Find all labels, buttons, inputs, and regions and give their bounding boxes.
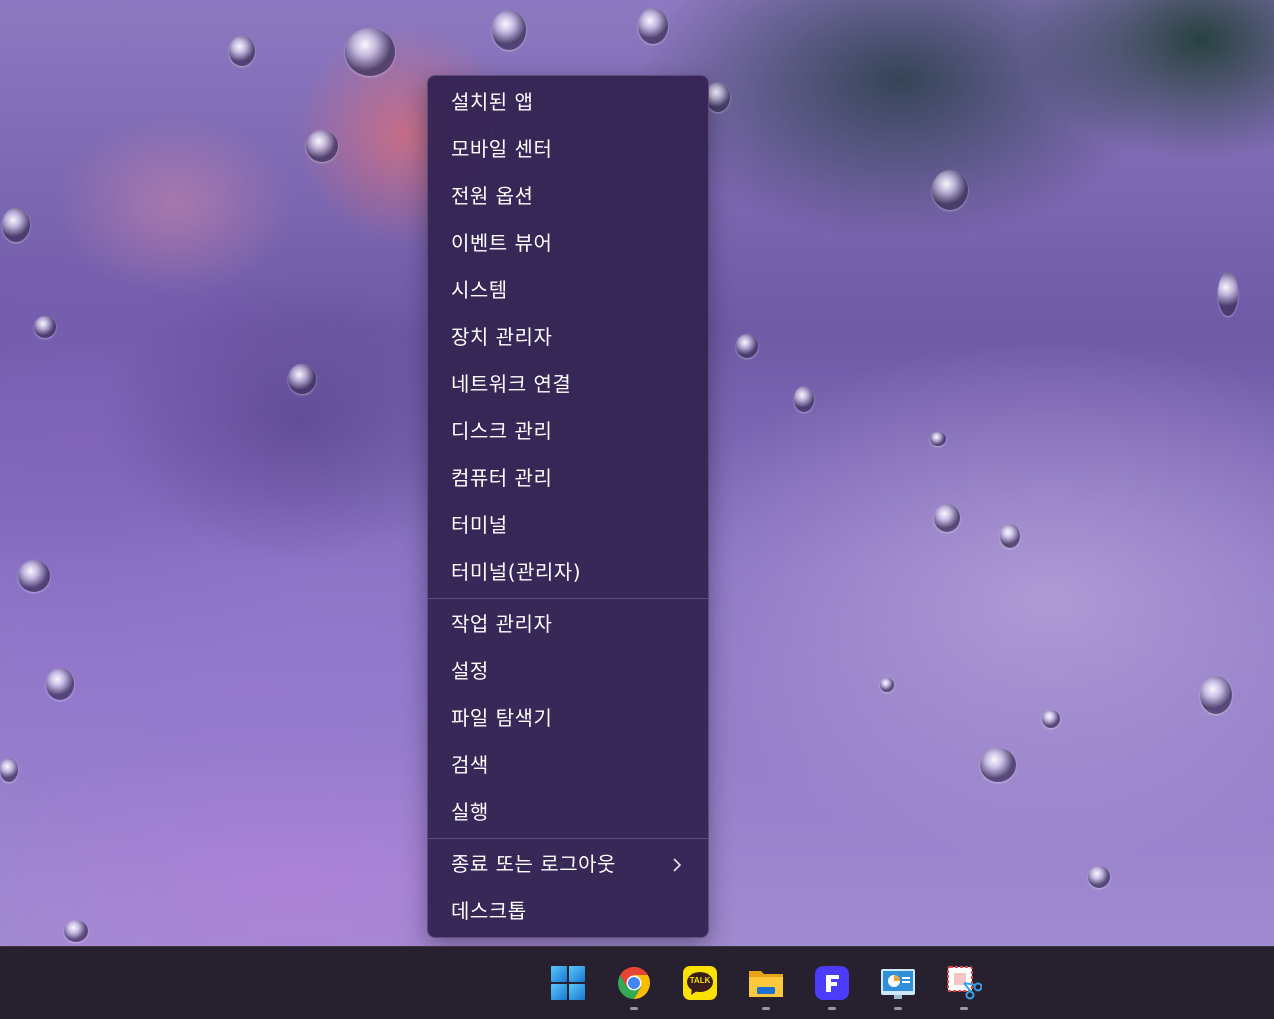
menu-item-label: 설정 (451, 659, 489, 683)
menu-item-file-explorer[interactable]: 파일 탐색기 (428, 695, 708, 742)
menu-item-label: 실행 (451, 800, 489, 824)
menu-item-label: 데스크톱 (451, 899, 527, 923)
kakaotalk-icon-label: TALK (689, 976, 711, 985)
raindrop (794, 386, 814, 412)
menu-item-label: 시스템 (451, 278, 508, 302)
menu-item-label: 컴퓨터 관리 (451, 466, 553, 490)
raindrop (930, 432, 946, 446)
menu-item-settings[interactable]: 설정 (428, 648, 708, 695)
menu-item-label: 검색 (451, 753, 489, 777)
menu-item-mobility-center[interactable]: 모바일 센터 (428, 126, 708, 173)
menu-separator (428, 838, 708, 839)
taskbar: TALK (0, 946, 1274, 1019)
menu-item-label: 모바일 센터 (451, 137, 553, 161)
menu-item-label: 이벤트 뷰어 (451, 231, 553, 255)
raindrop (34, 316, 56, 338)
snipping-tool-icon (947, 966, 983, 1000)
raindrop (932, 170, 968, 210)
menu-item-terminal[interactable]: 터미널 (428, 502, 708, 549)
chevron-right-icon (672, 841, 682, 888)
raindrop (1200, 676, 1232, 714)
menu-item-label: 디스크 관리 (451, 419, 553, 443)
raindrop (306, 130, 338, 162)
menu-item-network-connections[interactable]: 네트워크 연결 (428, 361, 708, 408)
taskbar-app-f[interactable] (814, 965, 850, 1001)
raindrop (64, 920, 88, 942)
raindrop (345, 28, 395, 76)
raindrop (18, 560, 50, 592)
running-indicator (630, 1007, 638, 1010)
taskbar-app-snipping-tool[interactable] (946, 965, 983, 1001)
raindrop (1000, 524, 1020, 548)
menu-item-power-options[interactable]: 전원 옵션 (428, 173, 708, 220)
menu-item-label: 작업 관리자 (451, 612, 553, 636)
menu-item-shutdown-or-signout[interactable]: 종료 또는 로그아웃 (428, 841, 708, 888)
raindrop (736, 334, 758, 358)
menu-item-label: 네트워크 연결 (451, 372, 572, 396)
menu-item-label: 전원 옵션 (451, 184, 534, 208)
raindrop (0, 758, 18, 782)
menu-item-computer-management[interactable]: 컴퓨터 관리 (428, 455, 708, 502)
menu-item-disk-management[interactable]: 디스크 관리 (428, 408, 708, 455)
menu-item-label: 종료 또는 로그아웃 (451, 852, 616, 876)
menu-item-label: 터미널 (451, 513, 508, 537)
raindrop (934, 504, 960, 532)
winx-context-menu: 설치된 앱 모바일 센터 전원 옵션 이벤트 뷰어 시스템 장치 관리자 네트워… (427, 75, 709, 938)
menu-item-device-manager[interactable]: 장치 관리자 (428, 314, 708, 361)
taskbar-app-kakaotalk[interactable]: TALK (682, 965, 718, 1001)
menu-item-terminal-admin[interactable]: 터미널(관리자) (428, 549, 708, 596)
raindrop (638, 8, 668, 44)
running-indicator (762, 1007, 770, 1010)
raindrop (492, 10, 526, 50)
menu-item-desktop[interactable]: 데스크톱 (428, 888, 708, 935)
raindrop (2, 208, 30, 242)
menu-separator (428, 598, 708, 599)
presentation-icon (881, 969, 915, 999)
menu-item-label: 터미널(관리자) (451, 560, 582, 584)
menu-item-label: 파일 탐색기 (451, 706, 553, 730)
menu-item-label: 장치 관리자 (451, 325, 553, 349)
menu-item-search[interactable]: 검색 (428, 742, 708, 789)
folder-icon (749, 971, 783, 997)
menu-item-installed-apps[interactable]: 설치된 앱 (428, 79, 708, 126)
raindrop (1042, 710, 1060, 728)
raindrop (1218, 272, 1238, 316)
raindrop (706, 82, 730, 112)
running-indicator (894, 1007, 902, 1010)
chrome-icon (617, 967, 651, 999)
raindrop (880, 678, 894, 692)
raindrop (46, 668, 74, 700)
taskbar-app-presentation[interactable] (880, 965, 916, 1001)
raindrop (229, 36, 255, 66)
f-app-icon (815, 966, 849, 1000)
windows-logo-icon (551, 966, 585, 1000)
raindrop (288, 364, 316, 394)
running-indicator (960, 1007, 968, 1010)
raindrop (1088, 866, 1110, 888)
menu-item-run[interactable]: 실행 (428, 789, 708, 836)
menu-item-task-manager[interactable]: 작업 관리자 (428, 601, 708, 648)
running-indicator (828, 1007, 836, 1010)
menu-item-label: 설치된 앱 (451, 90, 534, 114)
menu-item-system[interactable]: 시스템 (428, 267, 708, 314)
taskbar-app-chrome[interactable] (616, 965, 652, 1001)
menu-item-event-viewer[interactable]: 이벤트 뷰어 (428, 220, 708, 267)
start-button[interactable] (550, 965, 586, 1001)
taskbar-app-file-explorer[interactable] (748, 965, 784, 1001)
raindrop (980, 748, 1016, 782)
